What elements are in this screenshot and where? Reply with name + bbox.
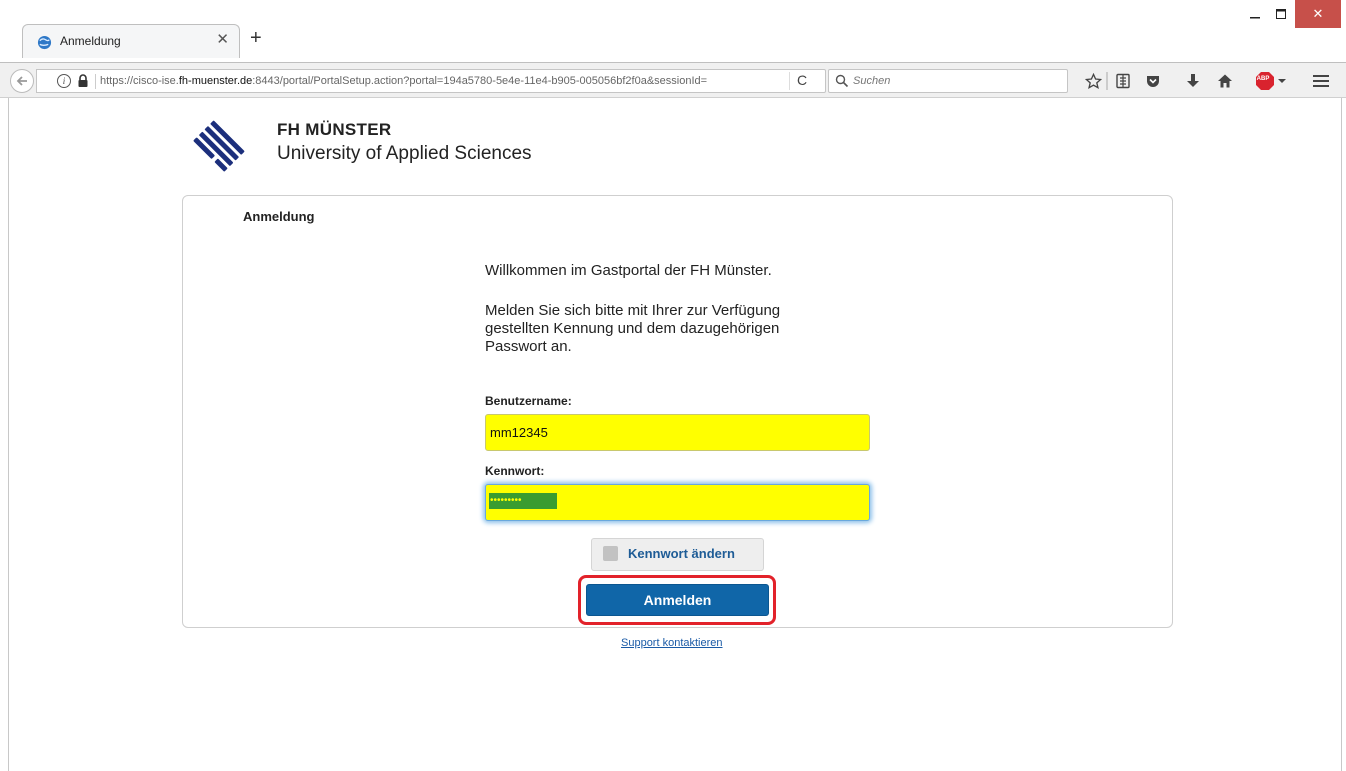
window-minimize-button[interactable]	[1242, 0, 1268, 28]
bookmark-star-icon	[1084, 72, 1102, 89]
instructions-text: Melden Sie sich bitte mit Ihrer zur Verf…	[485, 302, 781, 355]
brand-name: FH MÜNSTER	[277, 120, 392, 139]
search-input[interactable]	[853, 73, 1063, 89]
reading-list-button[interactable]	[1113, 71, 1133, 91]
window-close-button[interactable]: ✕	[1295, 0, 1341, 28]
tab-title: Anmeldung	[60, 34, 121, 48]
change-password-toggle[interactable]: Kennwort ändern	[591, 538, 764, 571]
password-input[interactable]	[485, 484, 870, 521]
navigation-toolbar: i https://cisco-ise.fh-muenster.de:8443/…	[0, 62, 1346, 98]
lock-icon[interactable]	[75, 73, 91, 89]
url-host-domain: fh-muenster.de	[178, 75, 253, 87]
page-title: Anmeldung	[243, 209, 315, 224]
url-bar[interactable]: i https://cisco-ise.fh-muenster.de:8443/…	[36, 69, 826, 93]
login-button[interactable]: Anmelden	[586, 584, 769, 616]
dropdown-arrow-icon	[1277, 79, 1286, 83]
toolbar-separator	[1106, 72, 1108, 90]
username-input[interactable]	[485, 414, 870, 451]
password-label: Kennwort:	[485, 464, 545, 478]
info-icon[interactable]: i	[57, 74, 71, 88]
welcome-text: Willkommen im Gastportal der FH Münster.	[485, 262, 772, 279]
tab-anmeldung[interactable]: Anmeldung ✕	[22, 24, 240, 58]
reload-icon[interactable]: C	[797, 72, 807, 88]
browser-titlebar: Anmeldung ✕ + ✕	[0, 0, 1346, 62]
pocket-icon	[1147, 76, 1159, 87]
reload-separator	[789, 72, 790, 90]
tab-close-icon[interactable]: ✕	[216, 32, 229, 48]
bookmark-star-button[interactable]	[1083, 71, 1103, 91]
search-bar[interactable]	[828, 69, 1068, 93]
support-link[interactable]: Support kontaktieren	[621, 637, 723, 649]
pocket-button[interactable]	[1143, 71, 1163, 91]
maximize-icon	[1276, 9, 1286, 19]
brand-subtitle: University of Applied Sciences	[277, 143, 532, 164]
url-host-prefix: https://cisco-ise.	[100, 75, 179, 87]
downloads-button[interactable]	[1183, 71, 1203, 91]
back-arrow-icon	[16, 76, 27, 86]
menu-button[interactable]	[1310, 71, 1332, 91]
home-icon	[1218, 74, 1232, 88]
username-label: Benutzername:	[485, 394, 572, 408]
fh-muenster-logo-icon	[193, 120, 245, 172]
minimize-icon	[1250, 17, 1260, 19]
url-text[interactable]: https://cisco-ise.fh-muenster.de:8443/po…	[100, 75, 707, 87]
adblock-label: ABP	[1256, 76, 1270, 82]
menu-icon	[1313, 75, 1329, 87]
change-password-label: Kennwort ändern	[628, 546, 735, 561]
globe-favicon-icon	[37, 35, 52, 50]
download-icon	[1187, 74, 1199, 87]
url-path: :8443/portal/PortalSetup.action?portal=1…	[252, 75, 708, 87]
window-maximize-button[interactable]	[1268, 0, 1294, 28]
adblock-button[interactable]: ABP	[1252, 71, 1288, 91]
new-tab-plus-icon[interactable]: +	[250, 27, 262, 49]
url-separator	[95, 74, 96, 89]
back-button[interactable]	[10, 69, 34, 93]
change-password-checkbox[interactable]	[603, 546, 618, 561]
home-button[interactable]	[1215, 71, 1235, 91]
reading-list-icon	[1116, 73, 1130, 89]
search-icon	[835, 74, 849, 88]
